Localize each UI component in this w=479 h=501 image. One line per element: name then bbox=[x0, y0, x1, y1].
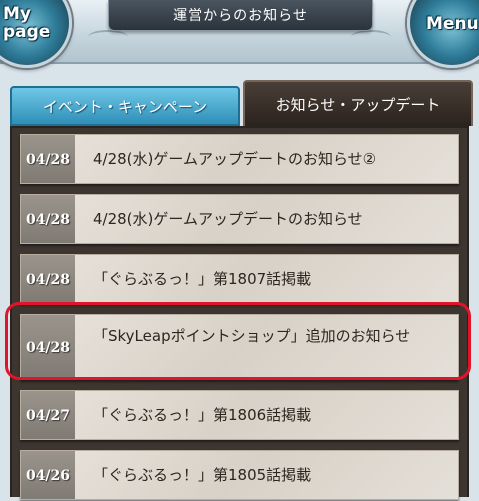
mypage-button[interactable]: My page bbox=[0, 0, 72, 68]
tab-events-campaigns[interactable]: イベント・キャンペーン bbox=[10, 86, 240, 126]
news-row[interactable]: 04/28 4/28(水)ゲームアップデートのお知らせ② bbox=[20, 134, 459, 184]
news-title: 「ぐらぶるっ！」第1805話掲載 bbox=[93, 466, 312, 484]
news-row[interactable]: 04/28 「ぐらぶるっ！」第1807話掲載 bbox=[20, 254, 459, 304]
news-title: 4/28(水)ゲームアップデートのお知らせ bbox=[93, 210, 363, 228]
news-row[interactable]: 04/28 4/28(水)ゲームアップデートのお知らせ bbox=[20, 194, 459, 244]
mypage-label-line2: page bbox=[3, 22, 51, 42]
top-header: 運営からのお知らせ My page Menu bbox=[0, 0, 479, 68]
ornament-left bbox=[88, 30, 128, 44]
news-date: 04/28 bbox=[21, 195, 75, 243]
news-row[interactable]: 04/27 「ぐらぶるっ！」第1806話掲載 bbox=[20, 390, 459, 440]
menu-label: Menu bbox=[426, 14, 479, 34]
ornament-right bbox=[351, 30, 391, 44]
news-row[interactable]: 04/26 「ぐらぶるっ！」第1805話掲載 bbox=[20, 450, 459, 500]
menu-button[interactable]: Menu bbox=[407, 0, 479, 68]
mypage-label-line1: My bbox=[3, 4, 31, 24]
highlight-outline bbox=[5, 302, 471, 380]
title-bar: 運営からのお知らせ bbox=[108, 0, 373, 31]
news-date: 04/27 bbox=[21, 391, 75, 439]
news-date: 04/28 bbox=[21, 135, 75, 183]
news-title: 「ぐらぶるっ！」第1806話掲載 bbox=[93, 406, 312, 424]
news-date: 04/26 bbox=[21, 451, 75, 499]
news-title: 4/28(水)ゲームアップデートのお知らせ② bbox=[93, 150, 377, 168]
tab-news-updates[interactable]: お知らせ・アップデート bbox=[243, 80, 473, 126]
page-title: 運営からのお知らせ bbox=[173, 8, 308, 24]
category-tabs: イベント・キャンペーン お知らせ・アップデート bbox=[0, 76, 479, 128]
news-title: 「ぐらぶるっ！」第1807話掲載 bbox=[93, 270, 312, 288]
news-date: 04/28 bbox=[21, 255, 75, 303]
